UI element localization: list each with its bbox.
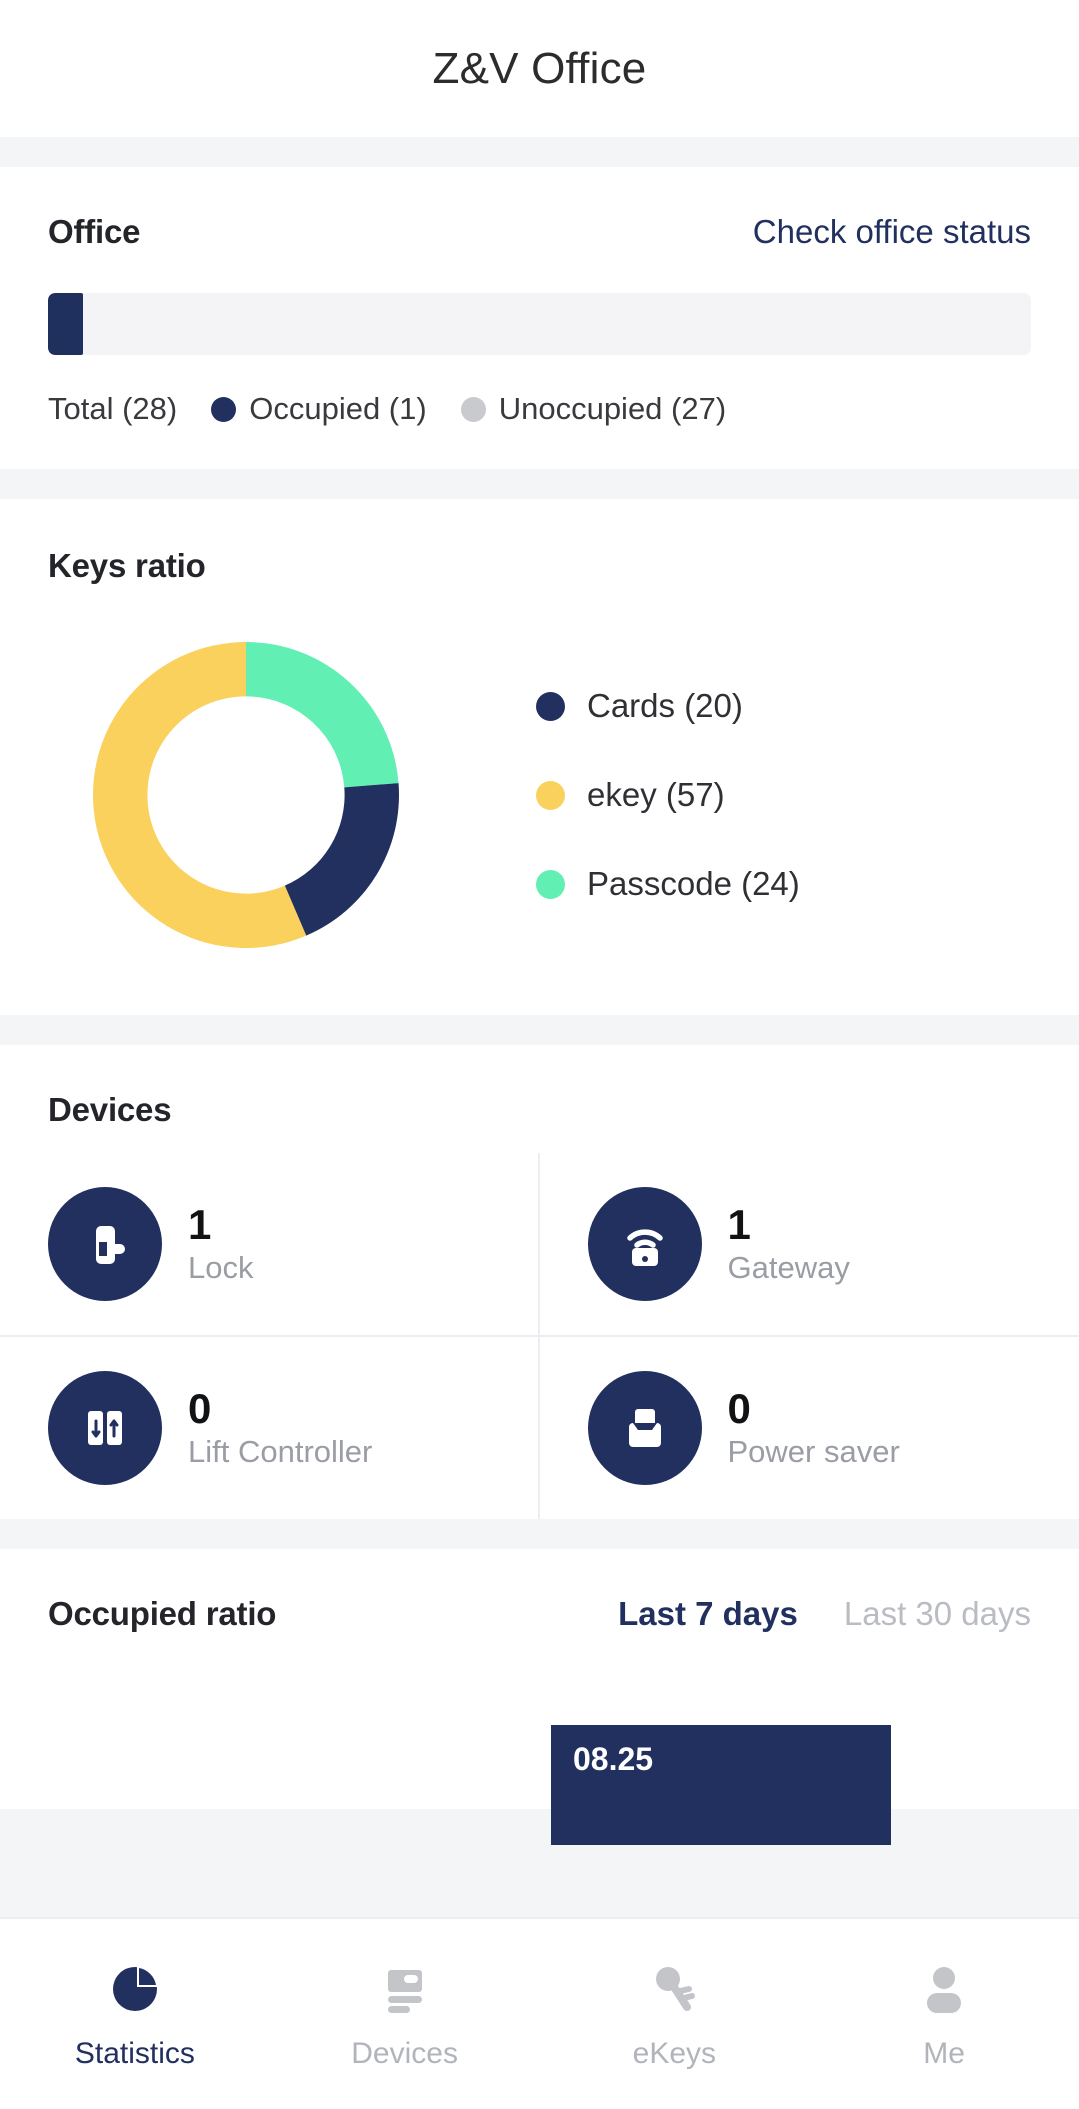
occupancy-bar-track bbox=[48, 293, 1031, 355]
page-title: Z&V Office bbox=[432, 43, 647, 93]
app-root: Z&V Office Office Check office status To… bbox=[0, 0, 1079, 2109]
keys-ratio-legend: Cards (20) ekey (57) Passcode (24) bbox=[536, 687, 800, 903]
office-legend-item: Occupied (1) bbox=[211, 391, 427, 427]
section-gap bbox=[0, 469, 1079, 499]
device-label: Gateway bbox=[727, 1250, 850, 1285]
device-text: 1 Gateway bbox=[727, 1200, 850, 1285]
legend-dot-icon bbox=[211, 396, 237, 422]
keys-legend-item: Passcode (24) bbox=[536, 865, 800, 903]
person-icon bbox=[915, 1958, 973, 2020]
device-count: 0 bbox=[727, 1384, 751, 1432]
legend-dot-icon bbox=[460, 396, 486, 422]
key-icon bbox=[645, 1958, 703, 2020]
office-legend-item: Unoccupied (27) bbox=[460, 391, 727, 427]
chart-tooltip: 08.25 bbox=[551, 1725, 891, 1845]
occupied-ratio-title: Occupied ratio bbox=[48, 1595, 277, 1632]
occupied-ratio-section: Occupied ratio Last 7 days Last 30 days … bbox=[0, 1549, 1079, 1845]
office-legend: Total (28) Occupied (1) Unoccupied (27) bbox=[48, 391, 1031, 427]
keys-ratio-title: Keys ratio bbox=[48, 547, 206, 584]
office-legend-item: Total (28) bbox=[48, 391, 177, 427]
pie-chart-icon bbox=[106, 1958, 164, 2020]
keys-legend-label: Cards (20) bbox=[587, 687, 743, 724]
keys-ratio-section: Keys ratio Cards (20) ekey (57) Passcode (… bbox=[0, 499, 1079, 1015]
keys-donut-chart[interactable] bbox=[76, 625, 416, 965]
occupied-ratio-header-row: Occupied ratio Last 7 days Last 30 days bbox=[48, 1595, 1031, 1633]
office-section: Office Check office status Total (28) Occ… bbox=[0, 167, 1079, 469]
keys-legend-label: ekey (57) bbox=[587, 776, 725, 813]
device-card-icon bbox=[376, 1958, 434, 2020]
gateway-wifi-icon bbox=[587, 1187, 702, 1301]
app-header: Z&V Office bbox=[0, 0, 1079, 137]
occupied-ratio-chart[interactable]: 08.25 bbox=[48, 1689, 1031, 1845]
occupancy-bar-fill bbox=[48, 293, 84, 355]
nav-item-statistics[interactable]: Statistics bbox=[0, 1919, 270, 2109]
section-gap bbox=[0, 1015, 1079, 1045]
device-cell-lift-controller[interactable]: 0 Lift Controller bbox=[0, 1337, 540, 1519]
card-slot-icon bbox=[587, 1371, 702, 1485]
devices-grid: 1 Lock 1 Gateway 0 Lift Controller 0 Power save… bbox=[0, 1153, 1079, 1519]
keys-ratio-body: Cards (20) ekey (57) Passcode (24) bbox=[48, 625, 1031, 965]
donut-slice-cards[interactable] bbox=[284, 783, 399, 936]
device-cell-gateway[interactable]: 1 Gateway bbox=[539, 1153, 1079, 1337]
nav-item-devices[interactable]: Devices bbox=[270, 1919, 540, 2109]
nav-item-label: Statistics bbox=[74, 2036, 195, 2070]
keys-legend-label: Passcode (24) bbox=[587, 865, 800, 902]
section-gap bbox=[0, 1519, 1079, 1549]
office-header-row: Office Check office status bbox=[48, 213, 1031, 251]
section-gap bbox=[0, 137, 1079, 167]
office-legend-label: Unoccupied (27) bbox=[498, 391, 727, 426]
donut-svg bbox=[92, 642, 399, 948]
device-count: 1 bbox=[188, 1200, 212, 1248]
legend-dot-icon bbox=[536, 869, 565, 899]
office-legend-label: Total (28) bbox=[48, 391, 178, 426]
device-label: Lift Controller bbox=[188, 1434, 373, 1469]
office-legend-label: Occupied (1) bbox=[249, 391, 427, 426]
legend-dot-icon bbox=[536, 691, 565, 721]
door-lock-icon bbox=[48, 1187, 162, 1301]
device-count: 1 bbox=[727, 1200, 751, 1248]
nav-item-label: Me bbox=[923, 2036, 965, 2070]
tab-last-30-days[interactable]: Last 30 days bbox=[844, 1595, 1031, 1633]
nav-item-label: eKeys bbox=[632, 2036, 717, 2070]
nav-item-me[interactable]: Me bbox=[809, 1919, 1079, 2109]
nav-item-ekeys[interactable]: eKeys bbox=[540, 1919, 810, 2109]
device-label: Power saver bbox=[727, 1434, 900, 1469]
donut-slice-passcode[interactable] bbox=[246, 642, 399, 788]
devices-title: Devices bbox=[48, 1091, 172, 1128]
office-title: Office bbox=[48, 213, 141, 250]
bottom-nav: Statistics Devices eKeys Me bbox=[0, 1917, 1079, 2109]
device-text: 0 Power saver bbox=[727, 1384, 900, 1469]
device-label: Lock bbox=[188, 1250, 254, 1285]
check-office-status-link[interactable]: Check office status bbox=[753, 213, 1031, 251]
scroll-body[interactable]: Office Check office status Total (28) Occ… bbox=[0, 137, 1079, 1917]
device-cell-power-saver[interactable]: 0 Power saver bbox=[540, 1337, 1079, 1519]
keys-legend-item: Cards (20) bbox=[536, 687, 800, 725]
nav-item-label: Devices bbox=[351, 2036, 458, 2070]
device-text: 0 Lift Controller bbox=[188, 1384, 373, 1469]
keys-legend-item: ekey (57) bbox=[536, 776, 800, 814]
devices-section: Devices 1 Lock 1 Gateway 0 Lift Controller 0 Po… bbox=[0, 1045, 1079, 1519]
device-cell-lock[interactable]: 1 Lock bbox=[0, 1153, 540, 1337]
occupied-ratio-range-tabs: Last 7 days Last 30 days bbox=[618, 1595, 1031, 1633]
lift-doors-icon bbox=[48, 1371, 162, 1485]
tab-last-7-days[interactable]: Last 7 days bbox=[618, 1595, 798, 1633]
legend-dot-icon bbox=[536, 780, 565, 810]
device-count: 0 bbox=[188, 1384, 212, 1432]
device-text: 1 Lock bbox=[188, 1200, 254, 1285]
